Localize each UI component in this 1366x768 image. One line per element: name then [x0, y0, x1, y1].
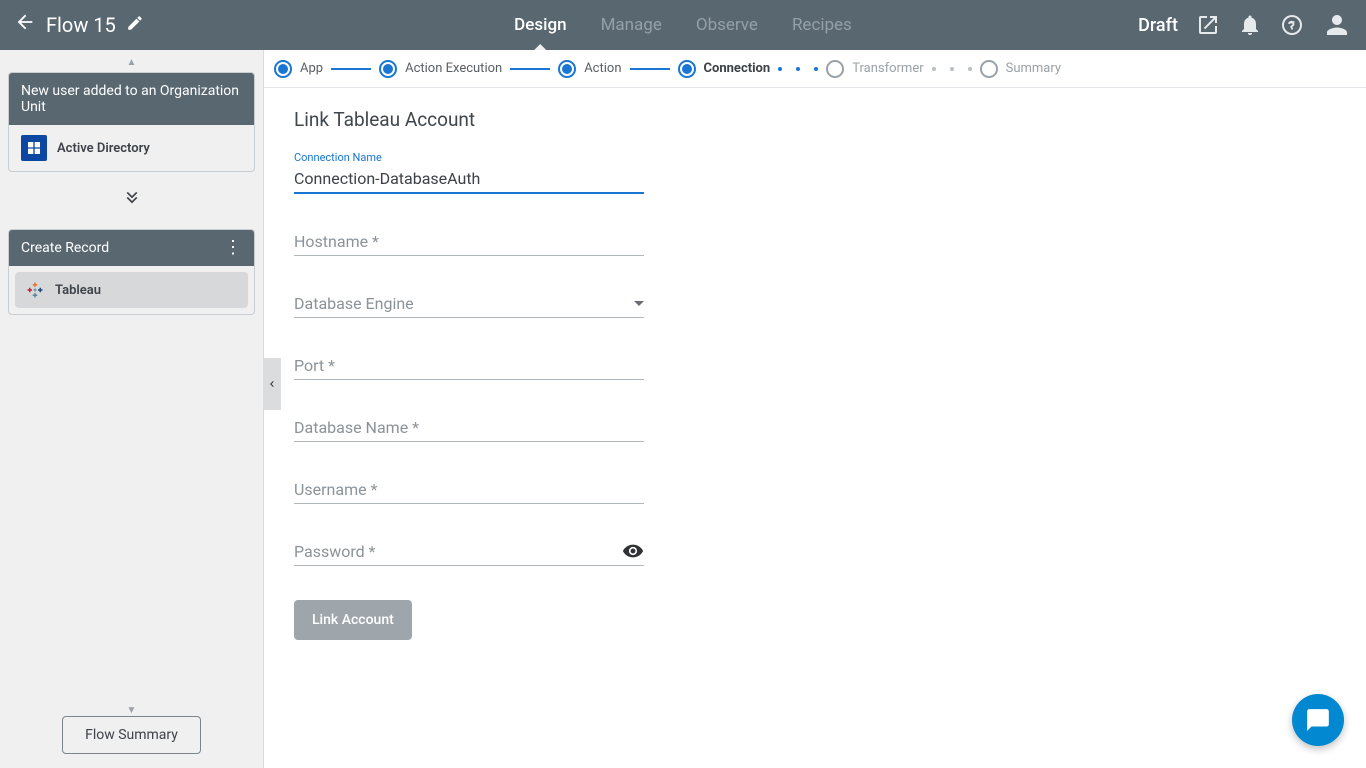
action-card[interactable]: Create Record ⋮ Tableau: [8, 229, 255, 315]
avatar-icon[interactable]: [1322, 10, 1352, 40]
chat-fab[interactable]: [1292, 694, 1344, 746]
db-engine-label: Database Engine: [294, 294, 414, 313]
step-radio-icon: [379, 60, 397, 78]
username-field: Username *: [294, 476, 644, 504]
sidebar-scroll-down-icon[interactable]: ▼: [8, 706, 255, 716]
tableau-icon: [25, 280, 45, 300]
chevron-down-icon: [634, 301, 644, 306]
step-radio-icon: [980, 60, 998, 78]
chevron-left-icon: [266, 378, 278, 390]
port-label: Port *: [294, 356, 335, 375]
header-tabs: Design Manage Observe Recipes: [514, 0, 852, 50]
action-app-row[interactable]: Tableau: [15, 272, 248, 308]
step-summary[interactable]: Summary: [980, 60, 1061, 78]
step-radio-icon: [558, 60, 576, 78]
connection-form: Link Tableau Account Connection Name Hos…: [264, 88, 1366, 768]
flow-summary-wrap: Flow Summary: [62, 716, 201, 754]
db-name-input[interactable]: Database Name *: [294, 414, 644, 442]
open-external-icon[interactable]: [1196, 13, 1220, 37]
header-left: Flow 15: [14, 11, 274, 39]
step-action[interactable]: Action: [558, 60, 621, 78]
main-panel: App Action Execution Action Connection T…: [263, 50, 1366, 768]
action-app-label: Tableau: [55, 283, 101, 298]
step-sep: [630, 68, 670, 70]
connection-name-field: Connection Name: [294, 165, 644, 194]
action-menu-icon[interactable]: ⋮: [224, 241, 242, 255]
step-sep: [331, 68, 371, 70]
tab-manage[interactable]: Manage: [601, 0, 662, 50]
sidebar-collapse-handle[interactable]: [263, 358, 281, 410]
flow-title: Flow 15: [46, 13, 116, 37]
chat-icon: [1305, 707, 1331, 733]
step-radio-icon: [678, 60, 696, 78]
form-title: Link Tableau Account: [294, 108, 1336, 131]
tab-recipes[interactable]: Recipes: [792, 0, 852, 50]
step-action-execution[interactable]: Action Execution: [379, 60, 502, 78]
step-radio-icon: [826, 60, 844, 78]
port-input[interactable]: Port *: [294, 352, 644, 380]
header-right: Draft: [1138, 10, 1352, 40]
step-sep: [510, 68, 550, 70]
password-label: Password *: [294, 542, 376, 561]
eye-icon[interactable]: [622, 540, 644, 562]
help-icon[interactable]: [1280, 13, 1304, 37]
step-sep-dots: [778, 65, 818, 73]
app-body: ▲ New user added to an Organization Unit…: [0, 50, 1366, 768]
edit-icon[interactable]: [126, 14, 144, 36]
trigger-app-row[interactable]: Active Directory: [9, 125, 254, 171]
username-label: Username *: [294, 480, 377, 499]
bell-icon[interactable]: [1238, 13, 1262, 37]
db-engine-field: Database Engine: [294, 290, 644, 318]
action-title: Create Record: [21, 240, 109, 256]
step-sep-dots: [932, 65, 972, 73]
trigger-card-header: New user added to an Organization Unit: [9, 73, 254, 125]
flow-connector-icon[interactable]: [8, 186, 255, 211]
db-engine-select[interactable]: Database Engine: [294, 290, 644, 318]
step-connection[interactable]: Connection: [678, 60, 771, 78]
active-directory-icon: [21, 135, 47, 161]
db-name-field: Database Name *: [294, 414, 644, 442]
port-field: Port *: [294, 352, 644, 380]
tab-design[interactable]: Design: [514, 0, 566, 50]
connection-name-label: Connection Name: [294, 151, 382, 164]
username-input[interactable]: Username *: [294, 476, 644, 504]
step-radio-icon: [274, 60, 292, 78]
link-account-button[interactable]: Link Account: [294, 600, 412, 640]
step-transformer[interactable]: Transformer: [826, 60, 923, 78]
flow-summary-button[interactable]: Flow Summary: [62, 716, 201, 754]
app-header: Flow 15 Design Manage Observe Recipes Dr…: [0, 0, 1366, 50]
status-label: Draft: [1138, 15, 1178, 36]
trigger-title: New user added to an Organization Unit: [21, 83, 242, 115]
trigger-app-label: Active Directory: [57, 141, 150, 156]
back-arrow-icon[interactable]: [14, 11, 36, 39]
sidebar: ▲ New user added to an Organization Unit…: [0, 50, 263, 768]
sidebar-scroll-up-icon[interactable]: ▲: [8, 58, 255, 68]
password-input[interactable]: Password *: [294, 538, 644, 566]
hostname-field: Hostname *: [294, 228, 644, 256]
tab-observe[interactable]: Observe: [696, 0, 758, 50]
trigger-card[interactable]: New user added to an Organization Unit A…: [8, 72, 255, 172]
hostname-label: Hostname *: [294, 232, 379, 251]
hostname-input[interactable]: Hostname *: [294, 228, 644, 256]
action-card-header: Create Record ⋮: [9, 230, 254, 266]
stepper: App Action Execution Action Connection T…: [264, 50, 1366, 88]
password-field: Password *: [294, 538, 644, 566]
step-app[interactable]: App: [274, 60, 323, 78]
db-name-label: Database Name *: [294, 418, 419, 437]
connection-name-input[interactable]: [294, 165, 644, 194]
